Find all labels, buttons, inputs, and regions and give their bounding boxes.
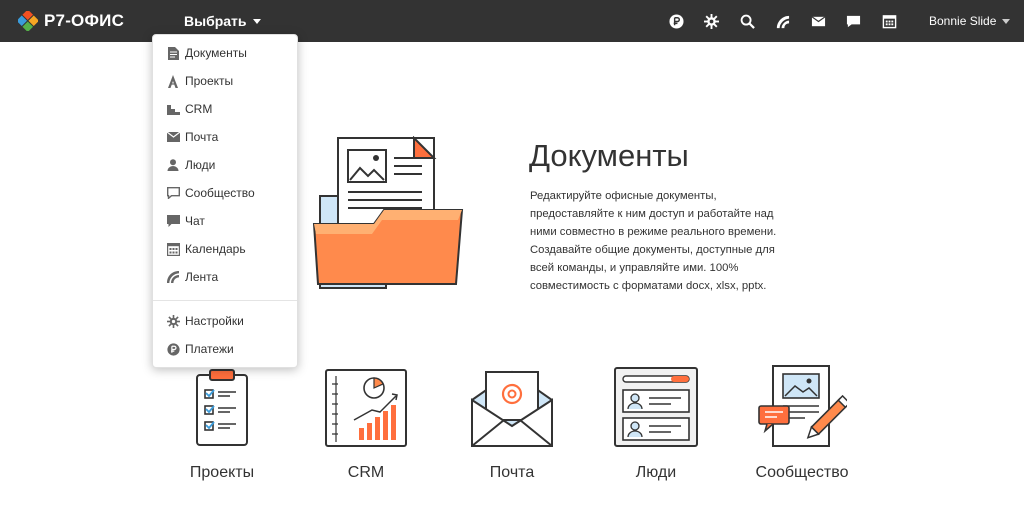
module-crm[interactable]: CRM bbox=[306, 360, 426, 481]
module-people[interactable]: Люди bbox=[596, 360, 716, 481]
mail-icon bbox=[166, 130, 180, 144]
top-toolbar-icons bbox=[667, 12, 916, 30]
module-label: Почта bbox=[489, 464, 535, 481]
calendar-icon bbox=[166, 242, 180, 256]
menu-item-label: Почта bbox=[185, 130, 219, 144]
feed-icon[interactable] bbox=[774, 12, 792, 30]
documents-folder-illustration bbox=[312, 135, 464, 295]
menu-item-label: Документы bbox=[185, 46, 247, 60]
menu-item-community[interactable]: Сообщество bbox=[153, 181, 297, 205]
projects-clipboard-icon bbox=[196, 369, 248, 446]
module-label: Сообщество bbox=[755, 464, 849, 481]
mail-envelope-icon bbox=[471, 370, 553, 447]
user-name: Bonnie Slide bbox=[929, 14, 997, 28]
module-label: CRM bbox=[347, 464, 385, 481]
chat-icon bbox=[166, 214, 180, 228]
brand-name: Р7-ОФИС bbox=[44, 11, 125, 30]
module-projects[interactable]: Проекты bbox=[162, 360, 282, 481]
hero-description: Редактируйте офисные документы, предоста… bbox=[530, 190, 777, 292]
search-icon[interactable] bbox=[738, 12, 756, 30]
menu-item-label: Люди bbox=[185, 158, 216, 172]
menu-item-payments[interactable]: Платежи bbox=[153, 337, 297, 361]
chevron-down-icon bbox=[252, 18, 261, 24]
module-community[interactable]: Сообщество bbox=[742, 360, 862, 481]
menu-item-mail[interactable]: Почта bbox=[153, 125, 297, 149]
document-icon bbox=[166, 46, 180, 60]
menu-item-calendar[interactable]: Календарь bbox=[153, 237, 297, 261]
logo[interactable]: Р7-ОФИС bbox=[16, 9, 125, 33]
feed-icon bbox=[166, 270, 180, 284]
chevron-down-icon bbox=[1002, 18, 1011, 24]
module-label: Проекты bbox=[189, 464, 255, 481]
projects-icon bbox=[166, 74, 180, 88]
menu-item-label: Сообщество bbox=[185, 186, 255, 200]
menu-item-feed[interactable]: Лента bbox=[153, 265, 297, 289]
chat-icon[interactable] bbox=[845, 12, 863, 30]
menu-item-label: Лента bbox=[185, 270, 219, 284]
select-module-menu[interactable]: Выбрать bbox=[184, 13, 261, 29]
gear-icon bbox=[166, 314, 180, 328]
people-cards-icon bbox=[614, 367, 698, 447]
mail-icon[interactable] bbox=[809, 12, 827, 30]
ruble-icon[interactable] bbox=[667, 12, 685, 30]
person-icon bbox=[166, 158, 180, 172]
menu-item-people[interactable]: Люди bbox=[153, 153, 297, 177]
menu-item-label: Чат bbox=[185, 214, 205, 228]
menu-item-label: Платежи bbox=[185, 342, 234, 356]
menu-item-label: Проекты bbox=[185, 74, 234, 88]
menu-item-label: Календарь bbox=[185, 242, 246, 256]
select-menu-label: Выбрать bbox=[184, 13, 247, 29]
menu-item-documents[interactable]: Документы bbox=[153, 41, 297, 65]
user-menu[interactable]: Bonnie Slide bbox=[929, 14, 1011, 28]
menu-item-label: CRM bbox=[185, 102, 213, 116]
menu-divider bbox=[153, 300, 297, 301]
menu-item-label: Настройки bbox=[185, 314, 244, 328]
module-dropdown-menu: Документы Проекты CRM Почта Люди Сообщес… bbox=[152, 34, 298, 368]
menu-item-crm[interactable]: CRM bbox=[153, 97, 297, 121]
crm-icon bbox=[166, 102, 180, 116]
community-icon bbox=[758, 365, 847, 447]
module-mail[interactable]: Почта bbox=[452, 360, 572, 481]
calendar-icon[interactable] bbox=[880, 12, 898, 30]
community-icon bbox=[166, 186, 180, 200]
menu-item-settings[interactable]: Настройки bbox=[153, 309, 297, 333]
hero-title: Документы bbox=[529, 138, 689, 173]
menu-item-projects[interactable]: Проекты bbox=[153, 69, 297, 93]
gear-icon[interactable] bbox=[703, 12, 721, 30]
crm-chart-icon bbox=[325, 369, 407, 447]
ruble-icon bbox=[166, 342, 180, 356]
menu-item-chat[interactable]: Чат bbox=[153, 209, 297, 233]
module-label: Люди bbox=[635, 464, 677, 481]
logo-icon bbox=[16, 9, 40, 33]
